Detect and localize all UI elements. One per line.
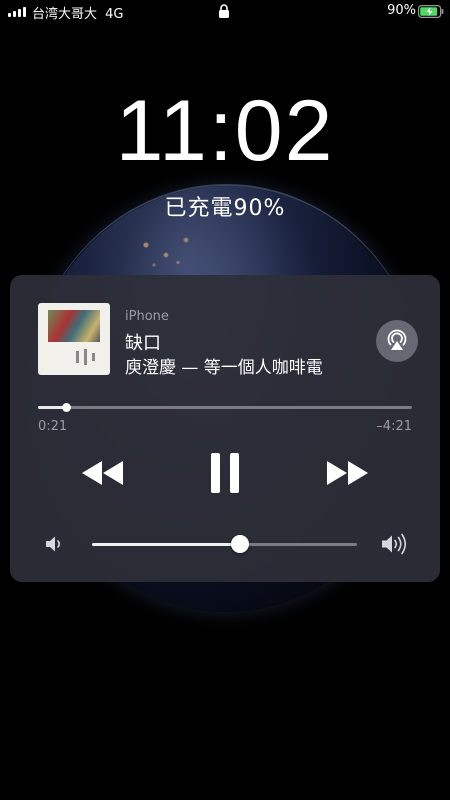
city-lights — [130, 225, 210, 275]
fast-forward-icon — [327, 461, 368, 485]
lock-icon — [218, 4, 230, 22]
playback-source: iPhone — [125, 309, 169, 324]
volume-high-icon — [380, 532, 410, 560]
track-artist-album: 庾澄慶 — 等一個人咖啡電 — [125, 358, 323, 378]
status-bar: 台湾大哥大 4G 90% — [0, 0, 450, 24]
airplay-icon — [387, 329, 407, 350]
progress-knob[interactable] — [62, 403, 72, 412]
elapsed-time: 0:21 — [38, 419, 68, 434]
playback-progress-slider[interactable] — [38, 403, 412, 412]
charging-status: 已充電90% — [164, 196, 286, 221]
album-art-photo — [48, 310, 100, 342]
volume-slider[interactable] — [92, 535, 357, 553]
pause-icon — [211, 453, 239, 493]
album-art[interactable] — [38, 303, 110, 375]
lock-screen: 台湾大哥大 4G 90% 11:02 已充電90% iPhone 缺口 庾澄慶 … — [0, 0, 450, 800]
album-art-text — [92, 353, 95, 361]
track-title: 缺口 — [125, 333, 161, 354]
rewind-icon — [82, 461, 123, 485]
battery-charging-icon — [418, 5, 444, 22]
airplay-button[interactable] — [376, 320, 418, 362]
volume-fill — [92, 543, 241, 546]
lock-clock: 11:02 — [115, 83, 335, 179]
carrier-name: 台湾大哥大 4G — [32, 3, 124, 22]
signal-strength-icon — [8, 7, 26, 17]
network-type: 4G — [105, 7, 124, 22]
battery-percentage: 90% — [387, 3, 416, 18]
volume-low-icon — [44, 534, 66, 558]
remaining-time: –4:21 — [376, 419, 412, 434]
volume-knob[interactable] — [231, 535, 250, 553]
album-art-text — [84, 349, 87, 365]
rewind-button[interactable] — [78, 455, 128, 491]
pause-button[interactable] — [203, 450, 247, 496]
now-playing-widget[interactable]: iPhone 缺口 庾澄慶 — 等一個人咖啡電 0:21 –4:21 — [10, 275, 440, 582]
carrier-label: 台湾大哥大 — [32, 7, 98, 22]
fast-forward-button[interactable] — [322, 455, 372, 491]
album-art-text — [76, 351, 79, 363]
